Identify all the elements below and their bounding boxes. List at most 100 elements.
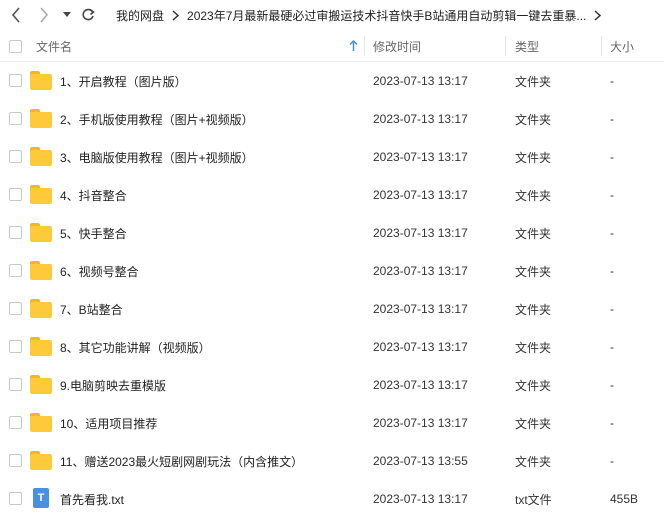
- file-row[interactable]: 2、手机版使用教程（图片+视频版） 2023-07-13 13:17 文件夹 -: [0, 100, 664, 138]
- select-all-checkbox[interactable]: [9, 40, 22, 53]
- folder-icon: [30, 109, 52, 128]
- file-name[interactable]: 6、视频号整合: [60, 252, 139, 290]
- file-row[interactable]: 11、赠送2023最火短剧网剧玩法（内含推文） 2023-07-13 13:55…: [0, 442, 664, 480]
- column-header-mtime[interactable]: 修改时间: [373, 30, 421, 62]
- txt-file-icon: T: [30, 488, 52, 508]
- file-name[interactable]: 8、其它功能讲解（视频版）: [60, 328, 211, 366]
- file-type: 文件夹: [515, 302, 552, 317]
- chevron-right-icon[interactable]: [594, 9, 602, 21]
- file-name[interactable]: 1、开启教程（图片版）: [60, 62, 187, 100]
- row-checkbox[interactable]: [9, 492, 22, 505]
- file-mtime: 2023-07-13 13:55: [373, 454, 468, 468]
- row-checkbox[interactable]: [9, 264, 22, 277]
- refresh-button[interactable]: [78, 0, 98, 30]
- row-checkbox[interactable]: [9, 188, 22, 201]
- column-divider[interactable]: [364, 36, 365, 56]
- folder-icon: [30, 185, 52, 204]
- column-header-size[interactable]: 大小: [610, 30, 634, 62]
- folder-icon: [30, 299, 52, 318]
- file-type: 文件夹: [515, 188, 552, 203]
- folder-icon: [30, 337, 52, 356]
- folder-icon: [30, 413, 52, 432]
- column-divider[interactable]: [505, 36, 506, 56]
- file-size: -: [610, 264, 614, 278]
- forward-button[interactable]: [34, 0, 54, 30]
- file-mtime: 2023-07-13 13:17: [373, 416, 468, 430]
- file-size: -: [610, 340, 614, 354]
- file-size: -: [610, 188, 614, 202]
- file-size: -: [610, 150, 614, 164]
- file-size: -: [610, 302, 614, 316]
- caret-down-icon: [63, 12, 71, 17]
- folder-icon: [30, 261, 52, 280]
- folder-icon: [30, 71, 52, 90]
- file-type: 文件夹: [515, 378, 552, 393]
- file-name[interactable]: 2、手机版使用教程（图片+视频版）: [60, 100, 254, 138]
- file-row[interactable]: 5、快手整合 2023-07-13 13:17 文件夹 -: [0, 214, 664, 252]
- file-name[interactable]: 4、抖音整合: [60, 176, 127, 214]
- file-name[interactable]: 3、电脑版使用教程（图片+视频版）: [60, 138, 254, 176]
- file-size: 455B: [610, 492, 639, 506]
- row-checkbox[interactable]: [9, 150, 22, 163]
- file-type: 文件夹: [515, 150, 552, 165]
- file-row[interactable]: 9.电脑剪映去重模版 2023-07-13 13:17 文件夹 -: [0, 366, 664, 404]
- file-name[interactable]: 10、适用项目推荐: [60, 404, 157, 442]
- sort-ascending-icon[interactable]: [349, 30, 358, 62]
- column-divider[interactable]: [601, 36, 602, 56]
- breadcrumb-item-current-folder[interactable]: 2023年7月最新最硬必过审搬运技术抖音快手B站通用自动剪辑一键去重暴...: [187, 7, 586, 24]
- back-button[interactable]: [6, 0, 26, 30]
- column-header-type[interactable]: 类型: [515, 30, 539, 62]
- file-type: 文件夹: [515, 112, 552, 127]
- file-row[interactable]: 4、抖音整合 2023-07-13 13:17 文件夹 -: [0, 176, 664, 214]
- file-mtime: 2023-07-13 13:17: [373, 264, 468, 278]
- row-checkbox[interactable]: [9, 74, 22, 87]
- file-row[interactable]: T 首先看我.txt 2023-07-13 13:17 txt文件 455B: [0, 480, 664, 518]
- folder-icon: [30, 375, 52, 394]
- file-mtime: 2023-07-13 13:17: [373, 302, 468, 316]
- row-checkbox[interactable]: [9, 226, 22, 239]
- file-name[interactable]: 首先看我.txt: [60, 480, 124, 518]
- folder-icon: [30, 147, 52, 166]
- file-type: 文件夹: [515, 340, 552, 355]
- file-row[interactable]: 3、电脑版使用教程（图片+视频版） 2023-07-13 13:17 文件夹 -: [0, 138, 664, 176]
- row-checkbox[interactable]: [9, 416, 22, 429]
- file-list-header: 文件名 修改时间 类型 大小: [0, 30, 664, 62]
- file-mtime: 2023-07-13 13:17: [373, 188, 468, 202]
- navigation-bar: 我的网盘 2023年7月最新最硬必过审搬运技术抖音快手B站通用自动剪辑一键去重暴…: [0, 0, 664, 30]
- file-row[interactable]: 1、开启教程（图片版） 2023-07-13 13:17 文件夹 -: [0, 62, 664, 100]
- file-row[interactable]: 6、视频号整合 2023-07-13 13:17 文件夹 -: [0, 252, 664, 290]
- file-mtime: 2023-07-13 13:17: [373, 150, 468, 164]
- refresh-icon: [82, 8, 95, 21]
- file-row[interactable]: 7、B站整合 2023-07-13 13:17 文件夹 -: [0, 290, 664, 328]
- breadcrumb: 我的网盘 2023年7月最新最硬必过审搬运技术抖音快手B站通用自动剪辑一键去重暴…: [116, 0, 609, 30]
- file-size: -: [610, 112, 614, 126]
- file-mtime: 2023-07-13 13:17: [373, 378, 468, 392]
- file-type: 文件夹: [515, 226, 552, 241]
- file-type: txt文件: [515, 492, 552, 507]
- row-checkbox[interactable]: [9, 112, 22, 125]
- file-mtime: 2023-07-13 13:17: [373, 226, 468, 240]
- file-mtime: 2023-07-13 13:17: [373, 492, 468, 506]
- row-checkbox[interactable]: [9, 454, 22, 467]
- file-row[interactable]: 10、适用项目推荐 2023-07-13 13:17 文件夹 -: [0, 404, 664, 442]
- file-name[interactable]: 5、快手整合: [60, 214, 127, 252]
- file-name[interactable]: 9.电脑剪映去重模版: [60, 366, 166, 404]
- history-dropdown-button[interactable]: [60, 0, 74, 30]
- chevron-right-icon: [172, 9, 180, 21]
- column-header-name[interactable]: 文件名: [36, 30, 72, 62]
- file-row[interactable]: 8、其它功能讲解（视频版） 2023-07-13 13:17 文件夹 -: [0, 328, 664, 366]
- row-checkbox[interactable]: [9, 340, 22, 353]
- file-type: 文件夹: [515, 454, 552, 469]
- row-checkbox[interactable]: [9, 378, 22, 391]
- file-size: -: [610, 74, 614, 88]
- file-name[interactable]: 7、B站整合: [60, 290, 123, 328]
- chevron-right-icon: [40, 7, 49, 23]
- file-name[interactable]: 11、赠送2023最火短剧网剧玩法（内含推文）: [60, 442, 303, 480]
- breadcrumb-item-my-disk[interactable]: 我的网盘: [116, 7, 164, 24]
- file-type: 文件夹: [515, 74, 552, 89]
- file-size: -: [610, 416, 614, 430]
- file-size: -: [610, 454, 614, 468]
- file-mtime: 2023-07-13 13:17: [373, 340, 468, 354]
- row-checkbox[interactable]: [9, 302, 22, 315]
- file-mtime: 2023-07-13 13:17: [373, 112, 468, 126]
